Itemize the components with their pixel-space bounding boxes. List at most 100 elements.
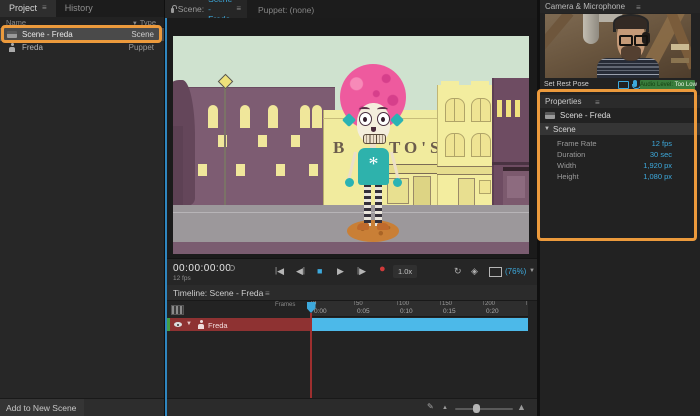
item-name: Scene - Freda	[22, 30, 73, 39]
property-value[interactable]: 12 fps	[652, 139, 672, 148]
visibility-eye-icon[interactable]	[174, 322, 182, 327]
property-label: Width	[557, 161, 576, 170]
track-clip[interactable]	[311, 318, 528, 331]
tab-puppet[interactable]: Puppet: (none)	[258, 5, 314, 15]
track-options-icon[interactable]	[171, 305, 184, 315]
tab-project[interactable]: Project ≡	[0, 0, 56, 17]
scene-icon	[7, 31, 17, 38]
sort-icon[interactable]: ▼	[132, 21, 138, 27]
collapse-icon[interactable]: ▼	[186, 321, 192, 327]
property-label: Height	[557, 172, 579, 181]
properties-section-scene[interactable]: ▼ Scene	[540, 123, 700, 135]
microphone-toggle-icon[interactable]	[633, 80, 637, 87]
right-panel: Camera & Microphone ≡ Set Rest Pose	[540, 0, 700, 416]
scene-window	[268, 105, 278, 128]
property-value[interactable]: 30 sec	[650, 150, 672, 159]
property-row-framerate: Frame Rate 12 fps	[540, 138, 700, 149]
panel-menu-icon[interactable]: ≡	[236, 4, 241, 14]
scene-window	[445, 133, 465, 157]
scene-canvas[interactable]: B TO'S	[173, 36, 529, 254]
scene-window	[309, 164, 318, 176]
tab-scene[interactable]: Scene: Scene - Freda ≡	[165, 0, 247, 18]
step-back-button[interactable]: ◀|	[296, 265, 305, 277]
freda-hand-right	[393, 178, 402, 187]
video-shelf	[671, 58, 689, 63]
puppet-icon	[197, 320, 205, 329]
video-shelf	[671, 44, 689, 50]
panel-menu-icon[interactable]: ≡	[595, 98, 600, 108]
person-shirt	[597, 58, 659, 78]
freda-hand-left	[345, 178, 354, 187]
scene-parapet	[441, 81, 459, 85]
project-item-freda[interactable]: Freda Puppet	[0, 41, 164, 54]
zoom-level[interactable]: (76%)	[505, 267, 526, 276]
project-column-headers[interactable]: Name ▼ Type	[0, 17, 164, 28]
project-panel: Project ≡ History Name ▼ Type Scene - Fr…	[0, 0, 164, 416]
zoom-in-mountain-icon[interactable]: ▲	[517, 402, 526, 412]
safe-area-icon[interactable]	[489, 267, 502, 277]
play-button[interactable]: ▶	[337, 265, 344, 277]
zoom-dropdown-icon[interactable]: ▼	[529, 268, 535, 274]
playback-speed[interactable]: 1.0x	[393, 265, 417, 278]
item-name: Freda	[22, 43, 43, 52]
scene-viewer[interactable]: B TO'S	[165, 18, 537, 258]
scene-sign-left: B	[333, 138, 344, 158]
property-value[interactable]: 1,080 px	[643, 172, 672, 181]
timecode[interactable]: 00:00:00:00	[173, 263, 231, 274]
timeline-zoom-handle[interactable]	[473, 404, 480, 413]
timeline-ruler[interactable]: 00:00 500:05 1000:10 1500:15 2000:20 250	[311, 301, 528, 317]
track-header[interactable]: ▼ Freda	[170, 318, 311, 331]
go-to-start-button[interactable]: |◀	[275, 265, 284, 277]
properties-header: Properties ≡	[540, 95, 700, 108]
zoom-out-mountain-icon[interactable]: ▲	[442, 405, 448, 411]
scene-window	[471, 133, 491, 157]
audio-level-label: Audio Level:	[640, 82, 673, 88]
freda-mouth	[363, 134, 386, 144]
scene-left-building	[173, 87, 335, 206]
column-type: Type	[140, 18, 156, 27]
project-panel-footer: Add to New Scene	[0, 398, 164, 416]
scene-ledge	[492, 162, 529, 165]
panel-menu-icon[interactable]: ≡	[42, 3, 47, 13]
freda-leg-right	[375, 184, 382, 226]
scene-awning	[383, 164, 439, 174]
timeline-bottom-bar: ✎ ▲ ▲	[165, 398, 537, 416]
snapshot-icon[interactable]: ◈	[471, 265, 478, 277]
project-item-scene-freda[interactable]: Scene - Freda Scene	[0, 28, 164, 41]
column-name: Name	[6, 18, 26, 27]
stop-button[interactable]: ■	[317, 265, 322, 277]
property-value[interactable]: 1,920 px	[643, 161, 672, 170]
properties-title: Properties	[545, 97, 581, 106]
record-button[interactable]: ●	[379, 263, 386, 275]
scene-shelter-panel	[507, 176, 525, 198]
camera-toggle-icon[interactable]	[618, 81, 629, 89]
stopwatch-icon	[229, 265, 235, 271]
playhead-line	[310, 313, 312, 398]
rest-pose-row: Set Rest Pose Audio Level: Too Low	[540, 78, 700, 93]
scene-lamp-pole	[224, 85, 226, 205]
timeline-zoom-slider[interactable]	[455, 408, 513, 410]
scene-icon	[545, 112, 555, 119]
scene-door	[413, 176, 431, 207]
timeline-title: Timeline: Scene - Freda	[173, 288, 263, 298]
panel-menu-icon[interactable]: ≡	[636, 3, 641, 13]
section-collapse-icon[interactable]: ▼	[544, 126, 550, 132]
lock-icon[interactable]	[171, 8, 174, 13]
property-row-width: Width 1,920 px	[540, 160, 700, 171]
scene-storefront-band	[437, 166, 497, 175]
project-panel-tabbar: Project ≡ History	[0, 0, 164, 17]
freda-shoe-right	[377, 223, 389, 230]
timeline-track-freda[interactable]: ▼ Freda	[165, 318, 537, 331]
tab-project-label: Project	[9, 3, 37, 13]
camera-feed	[545, 14, 691, 78]
step-forward-button[interactable]: |▶	[357, 265, 366, 277]
loop-icon[interactable]: ↻	[454, 265, 462, 277]
freda-pupil-right	[381, 117, 385, 122]
pencil-icon[interactable]: ✎	[427, 402, 434, 411]
set-rest-pose-button[interactable]: Set Rest Pose	[544, 81, 589, 88]
panel-menu-icon[interactable]: ≡	[265, 289, 270, 299]
property-row-height: Height 1,080 px	[540, 171, 700, 182]
tab-history[interactable]: History	[56, 0, 102, 17]
ruler-unit-label: Frames	[275, 302, 295, 308]
add-to-new-scene-button[interactable]: Add to New Scene	[0, 399, 84, 416]
